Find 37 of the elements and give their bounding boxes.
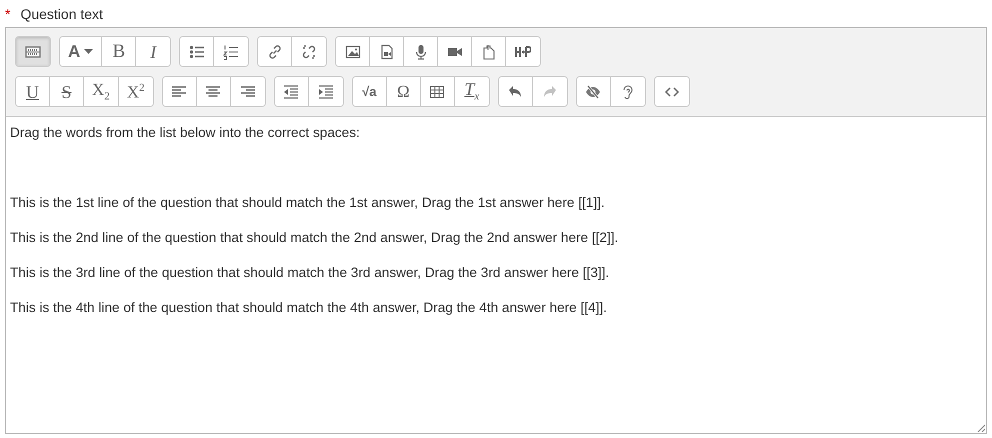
hide-button[interactable] xyxy=(576,77,611,106)
link-button[interactable] xyxy=(258,37,292,66)
equation-button[interactable]: √a xyxy=(352,77,387,106)
link-icon xyxy=(266,44,283,60)
image-icon xyxy=(344,44,361,60)
question-line: This is the 2nd line of the question that should match the 2nd answer, Drag the 2nd answer here [[2]]. xyxy=(10,230,620,246)
file-icon xyxy=(480,44,497,60)
align-left-button[interactable] xyxy=(162,77,197,106)
bullet-list-icon xyxy=(188,44,205,60)
question-line: This is the 1st line of the question that should match the 1st answer, Drag the 1st answer here [[1]]. xyxy=(10,195,606,211)
numbered-list-icon xyxy=(223,44,240,60)
required-icon: * xyxy=(5,6,10,22)
media-file-icon xyxy=(378,44,395,60)
broken-link-icon xyxy=(301,44,318,60)
table-icon xyxy=(429,84,446,100)
indent-icon xyxy=(318,84,334,100)
align-center-icon xyxy=(205,84,222,100)
font-color-button[interactable]: A xyxy=(60,37,102,66)
resize-handle-icon[interactable] xyxy=(977,424,985,432)
caret-icon xyxy=(84,49,94,54)
undo-icon xyxy=(507,84,524,100)
eye-slash-icon xyxy=(585,84,602,100)
field-label: Question text xyxy=(20,6,103,22)
image-button[interactable] xyxy=(336,37,370,66)
underline-button[interactable]: U xyxy=(16,77,50,106)
h5p-logo-icon xyxy=(515,44,532,60)
align-right-icon xyxy=(240,84,256,100)
instruction-text: Drag the words from the list below into the correct spaces: xyxy=(10,125,361,141)
align-left-icon xyxy=(171,84,188,100)
redo-icon xyxy=(542,84,558,100)
question-line: This is the 4th line of the question that should match the 4th answer, Drag the 4th answer here [[4]]. xyxy=(10,300,608,316)
question-line: This is the 3rd line of the question that should match the 3rd answer, Drag the 3rd answer here [[3]]. xyxy=(10,265,610,281)
undo-button[interactable] xyxy=(498,77,533,106)
toolbar-toggle-icon xyxy=(25,44,41,60)
outdent-button[interactable] xyxy=(274,77,309,106)
outdent-icon xyxy=(283,84,300,100)
bullet-list-button[interactable] xyxy=(180,37,214,66)
